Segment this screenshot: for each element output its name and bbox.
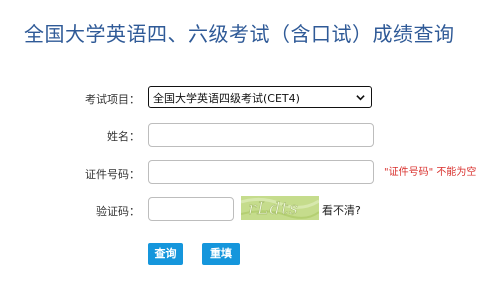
captcha-input[interactable] <box>148 197 234 221</box>
id-number-label: 证件号码： <box>85 168 140 181</box>
captcha-image: rLdts <box>241 196 319 220</box>
name-input[interactable] <box>148 123 374 147</box>
chevron-down-icon <box>356 95 365 101</box>
page-title: 全国大学英语四、六级考试（含口试）成绩查询 <box>24 22 455 46</box>
captcha-text: rLdts <box>248 199 299 219</box>
name-label: 姓名： <box>107 130 140 143</box>
exam-select[interactable]: 全国大学英语四级考试(CET4) <box>148 86 372 108</box>
exam-label: 考试项目： <box>85 93 140 106</box>
captcha-label: 验证码： <box>96 205 140 218</box>
captcha-refresh-link[interactable]: 看不清? <box>322 202 361 218</box>
exam-select-value: 全国大学英语四级考试(CET4) <box>153 92 300 105</box>
reset-button[interactable]: 重填 <box>202 243 240 265</box>
id-number-input[interactable] <box>148 160 374 184</box>
id-number-error: "证件号码" 不能为空 <box>384 167 477 178</box>
query-button[interactable]: 查询 <box>148 243 183 265</box>
